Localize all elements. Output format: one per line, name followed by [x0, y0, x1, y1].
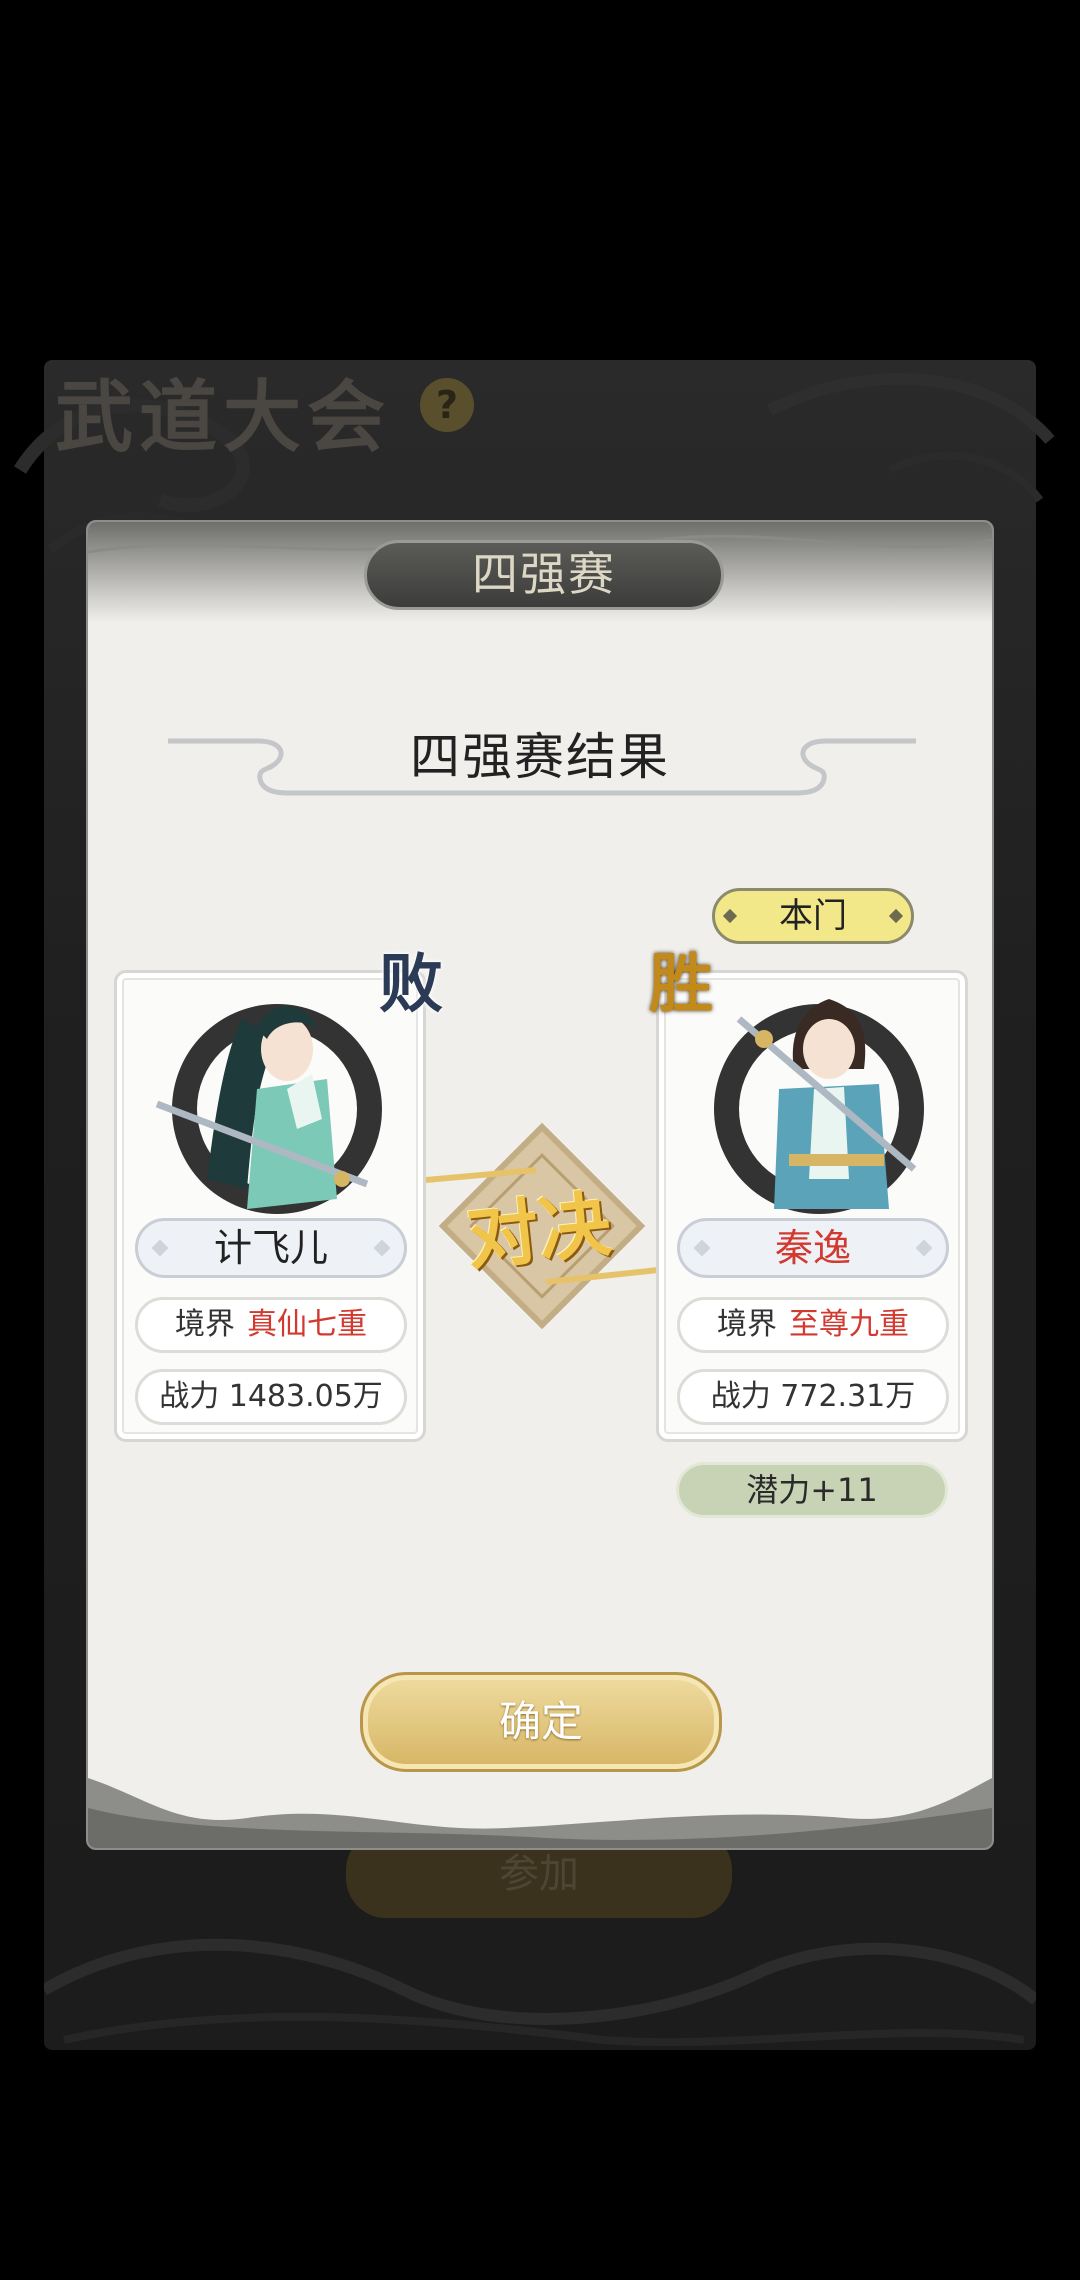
- victory-badge: 胜: [649, 947, 713, 1022]
- sect-tag-text: 本门: [779, 896, 847, 936]
- power-row: 战力 1483.05万: [135, 1369, 407, 1425]
- cloud-decoration-icon: [44, 1938, 1036, 2047]
- diamond-icon: [888, 908, 904, 924]
- help-icon[interactable]: ?: [420, 378, 474, 432]
- defeat-badge: 败: [379, 947, 443, 1022]
- loser-card: 计飞儿 境界 真仙七重 战力 1483.05万: [114, 970, 426, 1442]
- fighter-name: 计飞儿: [135, 1218, 407, 1278]
- realm-row: 境界 真仙七重: [135, 1297, 407, 1353]
- own-sect-tag: 本门: [712, 888, 914, 944]
- realm-value: 真仙七重: [247, 1307, 367, 1342]
- ink-wave-decoration-icon: [88, 1778, 992, 1848]
- diamond-icon: [151, 1239, 169, 1257]
- potential-reward-badge: 潜力+11: [676, 1462, 948, 1518]
- event-title: 武道大会: [55, 372, 392, 463]
- realm-label: 境界: [175, 1307, 235, 1342]
- diamond-icon: [693, 1239, 711, 1257]
- diamond-icon: [373, 1239, 391, 1257]
- winner-card: 秦逸 境界 至尊九重 战力 772.31万: [656, 970, 968, 1442]
- realm-label: 境界: [717, 1307, 777, 1342]
- realm-row: 境界 至尊九重: [677, 1297, 949, 1353]
- diamond-icon: [915, 1239, 933, 1257]
- realm-value: 至尊九重: [789, 1307, 909, 1342]
- fighter-name-text: 计飞儿: [213, 1226, 328, 1270]
- diamond-icon: [722, 908, 738, 924]
- result-title: 四强赛结果: [410, 728, 670, 786]
- result-dialog: 四强赛 四强赛结果 计飞儿 境界 真仙七重 战力 1483.05万 败 对决 本…: [86, 520, 994, 1850]
- power-row: 战力 772.31万: [677, 1369, 949, 1425]
- fighter-name-text: 秦逸: [774, 1226, 851, 1270]
- round-tab: 四强赛: [364, 540, 724, 610]
- fighter-name: 秦逸: [677, 1218, 949, 1278]
